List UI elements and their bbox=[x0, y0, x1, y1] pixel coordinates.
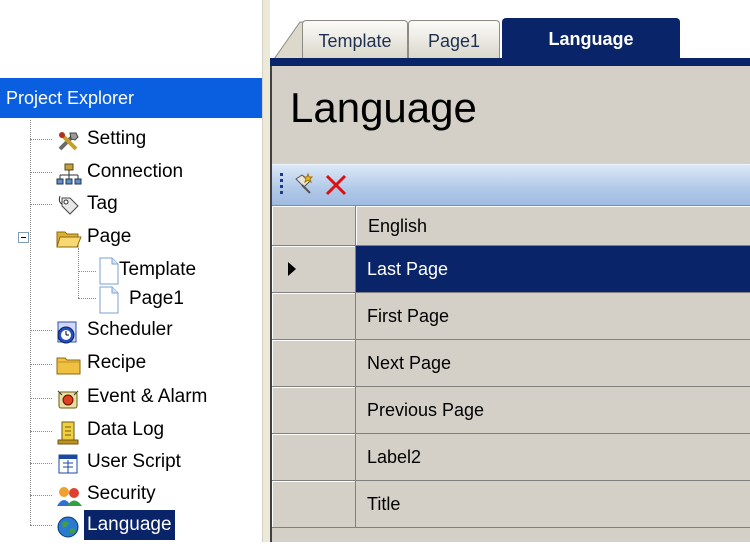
tab-language[interactable]: Language bbox=[502, 18, 680, 61]
tree-line bbox=[30, 364, 52, 365]
grid-cell[interactable]: Last Page bbox=[356, 246, 750, 293]
tab-label: Language bbox=[548, 29, 634, 49]
grid-cell[interactable]: Label2 bbox=[356, 434, 750, 481]
tab-strip-underline bbox=[270, 58, 750, 66]
tree-item-label: Recipe bbox=[87, 352, 147, 373]
script-icon bbox=[56, 452, 78, 474]
tree-line bbox=[30, 120, 31, 525]
clock-icon bbox=[56, 320, 78, 344]
users-icon bbox=[56, 484, 82, 506]
collapse-toggle-icon[interactable] bbox=[18, 232, 29, 243]
language-document: Language English Last Page First Page Ne… bbox=[270, 66, 750, 542]
tree-item-label: Scheduler bbox=[87, 319, 173, 340]
project-explorer: Project Explorer Setting Connection Tag bbox=[0, 0, 262, 542]
grid-cell[interactable]: Previous Page bbox=[356, 387, 750, 434]
tree-line bbox=[30, 463, 52, 464]
tree-item-label: Setting bbox=[87, 128, 147, 149]
row-header[interactable] bbox=[272, 434, 356, 481]
current-row-arrow-icon bbox=[288, 262, 296, 276]
tree-item-label: Language bbox=[84, 510, 175, 540]
row-header[interactable] bbox=[272, 387, 356, 434]
tree-line bbox=[30, 172, 52, 173]
folder-open-icon bbox=[56, 227, 82, 249]
tree-line bbox=[78, 298, 96, 299]
row-header[interactable] bbox=[272, 340, 356, 387]
tree-line bbox=[30, 139, 52, 140]
grid-cell[interactable]: Next Page bbox=[356, 340, 750, 387]
folder-icon bbox=[56, 353, 81, 375]
column-header-english[interactable]: English bbox=[356, 206, 750, 246]
tab-label: Page1 bbox=[427, 31, 481, 51]
tree-item-label: Security bbox=[87, 483, 156, 504]
globe-icon bbox=[56, 515, 79, 538]
column-header-label: English bbox=[368, 216, 428, 236]
page-title: Language bbox=[290, 84, 477, 131]
grid-corner-header bbox=[272, 206, 356, 246]
tree-line bbox=[30, 431, 52, 432]
tools-icon bbox=[56, 129, 79, 151]
tree-line bbox=[30, 525, 52, 526]
row-header[interactable] bbox=[272, 481, 356, 528]
tab-template[interactable]: Template bbox=[302, 20, 408, 61]
alarm-icon bbox=[56, 387, 79, 409]
tab-label: Template bbox=[318, 31, 392, 51]
language-grid: English Last Page First Page Next Page P… bbox=[272, 206, 750, 542]
tree-line bbox=[30, 330, 52, 331]
tree-line bbox=[78, 248, 79, 298]
toolbar-grip[interactable] bbox=[280, 173, 283, 197]
tree-item-label: User Script bbox=[87, 451, 181, 472]
delete-icon[interactable] bbox=[322, 171, 350, 199]
tree-line bbox=[30, 495, 52, 496]
grid-cell[interactable]: First Page bbox=[356, 293, 750, 340]
row-header[interactable] bbox=[272, 246, 356, 293]
project-explorer-header: Project Explorer bbox=[0, 78, 262, 118]
data-log-icon bbox=[56, 420, 79, 445]
new-icon[interactable] bbox=[290, 171, 318, 199]
tree-item-label: Tag bbox=[87, 193, 118, 214]
tree-item-label: Event & Alarm bbox=[87, 386, 208, 407]
network-icon bbox=[56, 162, 82, 185]
tree-item-label: Page bbox=[87, 226, 132, 247]
grid-cell[interactable]: Title bbox=[356, 481, 750, 528]
tree-line bbox=[30, 398, 52, 399]
tree-line bbox=[30, 204, 52, 205]
toolbar bbox=[272, 164, 750, 206]
tab-page1[interactable]: Page1 bbox=[408, 20, 500, 61]
page-icon bbox=[98, 286, 120, 314]
tag-icon bbox=[56, 194, 79, 216]
tree-line bbox=[78, 271, 96, 272]
tree-item-label: Connection bbox=[87, 161, 184, 182]
tree-item-label: Data Log bbox=[87, 419, 165, 440]
tree-item-label: Page1 bbox=[129, 288, 184, 309]
tree-item-label: Template bbox=[119, 259, 197, 280]
row-header[interactable] bbox=[272, 293, 356, 340]
